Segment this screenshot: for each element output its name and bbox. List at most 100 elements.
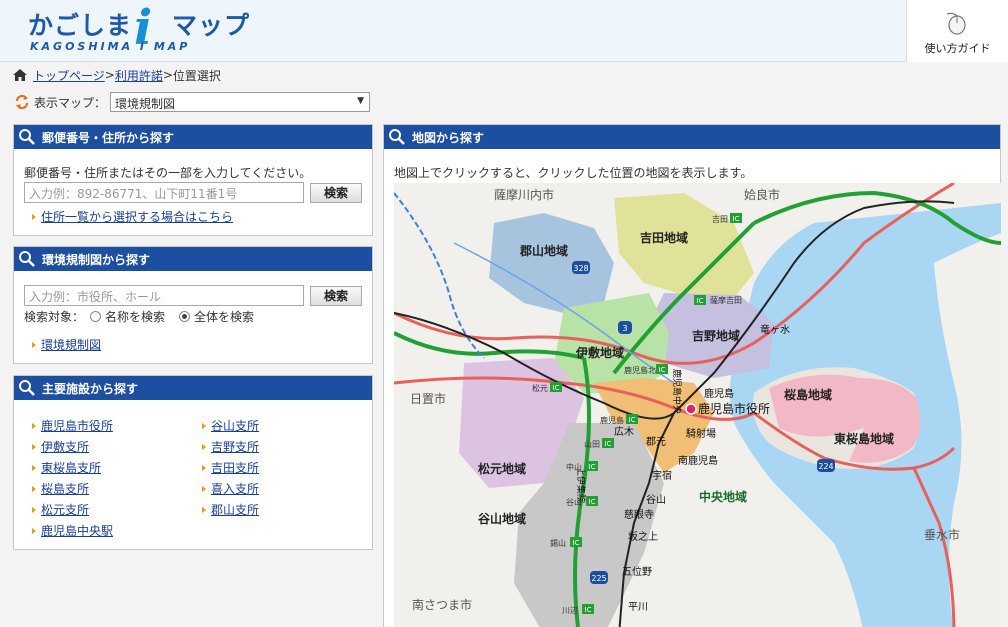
chevron-down-icon: ▼	[357, 96, 365, 106]
map-label-korimoto: 郡元	[646, 436, 666, 448]
breadcrumb-top-link[interactable]: トップページ	[33, 67, 105, 84]
site-logo[interactable]: かごしま マップ i KAGOSHIMA I MAP	[28, 0, 268, 58]
name-search-radio[interactable]	[90, 311, 102, 322]
ic-badge-yoshida: 吉田 IC	[712, 213, 742, 224]
breadcrumb-terms-link[interactable]: 利用許諾	[115, 67, 163, 84]
svg-text:IC: IC	[629, 416, 636, 424]
map-type-select[interactable]: 環境規制図 ▼	[110, 92, 371, 112]
all-search-label: 全体を検索	[194, 310, 255, 324]
clickable-area-map[interactable]: 328 3 224 225 薩摩川内市 姶良市 日置市 南さつま市 垂水市 郡山…	[394, 183, 1001, 627]
svg-text:IC: IC	[585, 606, 592, 614]
home-icon	[13, 69, 27, 81]
breadcrumb-separator: >	[104, 68, 115, 82]
city-hall-marker[interactable]	[685, 403, 697, 415]
svg-text:IC: IC	[553, 384, 560, 392]
search-icon	[19, 129, 35, 145]
kagoshima-area-map[interactable]: 328 3 224 225 薩摩川内市 姶良市 日置市 南さつま市 垂水市 郡山…	[394, 183, 1001, 627]
facility-list-right: 谷山支所 吉野支所 吉田支所 喜入支所 郡山支所	[202, 415, 259, 520]
facility-link[interactable]: 伊敷支所	[41, 438, 89, 455]
facility-link[interactable]: 喜入支所	[211, 480, 259, 497]
route-225-icon: 225	[590, 571, 608, 584]
arrow-right-icon	[32, 213, 36, 220]
map-label-sakanoue: 坂之上	[628, 530, 658, 543]
facility-item: 吉田支所	[202, 457, 259, 478]
svg-text:谷山: 谷山	[566, 497, 582, 507]
facility-item: 喜入支所	[202, 478, 259, 499]
search-icon	[389, 129, 405, 145]
facility-link[interactable]: 吉野支所	[211, 438, 259, 455]
arrow-right-icon	[202, 443, 206, 450]
mouse-icon	[946, 12, 966, 35]
postal-address-input[interactable]: 入力例：892-86771、山下町11番1号	[24, 182, 304, 203]
facility-link[interactable]: 桜島支所	[41, 480, 89, 497]
arrow-right-icon	[202, 422, 206, 429]
map-label-matsumoto: 松元地域	[478, 461, 526, 476]
arrow-right-icon	[32, 464, 36, 471]
svg-text:薩摩吉田: 薩摩吉田	[710, 295, 742, 305]
swap-icon	[15, 94, 29, 110]
map-label-kagoshima-chuo: 鹿児島中央	[671, 369, 683, 414]
facility-item: 東桜島支所	[32, 457, 113, 478]
facility-item: 谷山支所	[202, 415, 259, 436]
arrow-right-icon	[202, 464, 206, 471]
facility-list-left: 鹿児島市役所 伊敷支所 東桜島支所 桜島支所 松元支所 鹿児島中央駅	[32, 415, 113, 541]
map-label-kagoshima-station: 鹿児島	[704, 387, 734, 400]
svg-text:山田: 山田	[584, 439, 600, 449]
facility-link[interactable]: 郡山支所	[211, 501, 259, 518]
arrow-right-icon	[32, 506, 36, 513]
map-label-hiroki: 広木	[614, 425, 634, 438]
facility-link[interactable]: 谷山支所	[211, 417, 259, 434]
postal-search-row: 入力例：892-86771、山下町11番1号 検索	[24, 182, 362, 203]
svg-text:IC: IC	[659, 366, 666, 374]
map-label-tarumizu: 垂水市	[924, 527, 960, 542]
postal-search-button[interactable]: 検索	[310, 182, 362, 203]
map-label-koraicho: 騎射場	[686, 427, 716, 440]
breadcrumb: トップページ > 利用許諾 > 位置選択	[12, 67, 221, 83]
arrow-right-icon	[202, 506, 206, 513]
map-label-sakurajima: 桜島地域	[784, 387, 832, 402]
map-label-ryugamizu: 竜ヶ水	[760, 323, 790, 336]
svg-text:IC: IC	[605, 440, 612, 448]
facility-link[interactable]: 東桜島支所	[41, 459, 101, 476]
svg-text:松元: 松元	[532, 383, 548, 393]
ic-badge-kagoshima: 鹿児島 IC	[600, 414, 638, 425]
address-list-link-row: 住所一覧から選択する場合はこちら	[32, 208, 233, 225]
sakurajima-region[interactable]	[769, 374, 864, 437]
map-label-minamisatsuma: 南さつま市	[412, 597, 472, 612]
facility-item: 桜島支所	[32, 478, 113, 499]
map-label-hioki: 日置市	[410, 391, 446, 406]
facility-link[interactable]: 吉田支所	[211, 459, 259, 476]
map-label-taniyama: 谷山地域	[478, 511, 526, 526]
env-map-link[interactable]: 環境規制図	[41, 336, 101, 353]
facility-item: 鹿児島中央駅	[32, 520, 113, 541]
facility-link[interactable]: 鹿児島市役所	[41, 417, 113, 434]
svg-text:吉田: 吉田	[712, 215, 728, 224]
route-3-icon: 3	[618, 321, 632, 334]
facility-link[interactable]: 鹿児島中央駅	[41, 522, 113, 539]
search-target-options: 検索対象： 名称を検索 全体を検索	[24, 308, 254, 325]
facility-panel-header: 主要施設から探す	[14, 376, 372, 400]
address-list-link[interactable]: 住所一覧から選択する場合はこちら	[41, 208, 233, 225]
svg-text:225: 225	[591, 574, 606, 583]
search-target-label: 検索対象：	[24, 310, 85, 324]
env-map-search-panel: 環境規制図から探す 入力例：市役所、ホール 検索 検索対象： 名称を検索 全体を…	[13, 246, 373, 364]
map-label-koriyama: 郡山地域	[519, 243, 568, 258]
ic-badge-kagoshima-kita: 鹿児島北 IC	[624, 364, 668, 375]
svg-text:IC: IC	[697, 297, 704, 305]
facility-link[interactable]: 松元支所	[41, 501, 89, 518]
breadcrumb-separator: >	[162, 68, 173, 82]
usage-guide-button[interactable]: 使い方ガイド	[906, 0, 1008, 62]
facility-item: 吉野支所	[202, 436, 259, 457]
all-search-radio[interactable]	[179, 311, 191, 322]
map-label-ishiki: 伊敷地域	[575, 345, 624, 360]
logo-english-text: KAGOSHIMA I MAP	[30, 40, 191, 53]
svg-text:中山: 中山	[566, 462, 582, 472]
env-search-button[interactable]: 検索	[310, 285, 362, 306]
route-224-icon: 224	[817, 459, 835, 472]
facility-item: 伊敷支所	[32, 436, 113, 457]
map-select-row: 表示マップ： 環境規制図 ▼	[14, 92, 371, 112]
ishiki-region[interactable]	[554, 293, 669, 393]
env-keyword-input[interactable]: 入力例：市役所、ホール	[24, 285, 304, 306]
svg-text:328: 328	[573, 264, 588, 273]
ic-badge-satsuma-yoshida: IC 薩摩吉田	[694, 295, 742, 305]
